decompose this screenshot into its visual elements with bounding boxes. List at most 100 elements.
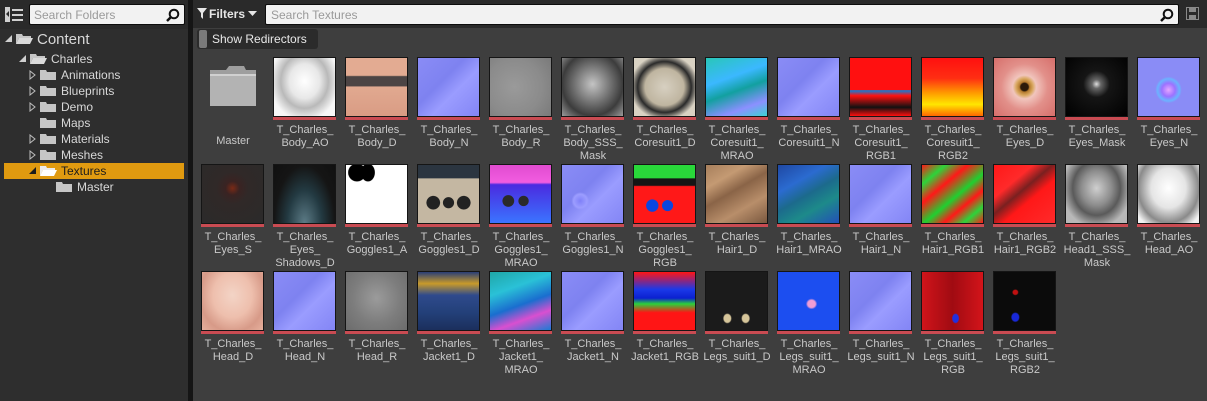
asset-name-line: T_Charles_ <box>492 231 550 243</box>
texture-asset-t-charles-coresuit1-rgb2[interactable] <box>921 57 984 120</box>
texture-asset-t-charles-hair1-rgb2[interactable] <box>993 164 1056 227</box>
folder-label: Materials <box>61 132 110 146</box>
texture-asset-t-charles-head1-sss-mask[interactable] <box>1065 164 1128 227</box>
texture-type-bar <box>921 117 984 120</box>
folder-item-demo[interactable]: Demo <box>28 99 93 115</box>
texture-asset-t-charles-goggles1-n[interactable] <box>561 164 624 227</box>
folder-icon <box>40 86 56 96</box>
texture-asset-t-charles-head-r[interactable] <box>345 271 408 334</box>
texture-asset-t-charles-coresuit1-n[interactable] <box>777 57 840 120</box>
texture-thumbnail <box>993 57 1056 117</box>
collapsed-arrow-icon[interactable] <box>28 86 38 96</box>
texture-type-bar <box>273 224 336 227</box>
texture-asset-t-charles-hair1-rgb1[interactable] <box>921 164 984 227</box>
filters-button[interactable]: Filters <box>197 3 263 24</box>
texture-asset-t-charles-legs-suit1-d[interactable] <box>705 271 768 334</box>
folder-item-content[interactable]: Content <box>4 30 90 48</box>
folder-search-field[interactable] <box>29 4 185 25</box>
texture-asset-t-charles-hair1-n[interactable] <box>849 164 912 227</box>
asset-name-line: Goggles1_N <box>562 244 624 256</box>
texture-asset-t-charles-coresuit1-rgb1[interactable] <box>849 57 912 120</box>
folder-search-input[interactable] <box>34 6 164 24</box>
texture-asset-t-charles-head-d[interactable] <box>201 271 264 334</box>
texture-asset-t-charles-legs-suit1-mrao[interactable] <box>777 271 840 334</box>
collapsed-arrow-icon[interactable] <box>28 102 38 112</box>
folder-item-animations[interactable]: Animations <box>28 67 120 83</box>
texture-asset-t-charles-body-sss-mask[interactable] <box>561 57 624 120</box>
texture-asset-t-charles-goggles1-d[interactable] <box>417 164 480 227</box>
texture-asset-t-charles-goggles1-rgb[interactable] <box>633 164 696 227</box>
collapsed-arrow-icon[interactable] <box>28 70 38 80</box>
texture-type-bar <box>705 117 768 120</box>
texture-asset-t-charles-body-n[interactable] <box>417 57 480 120</box>
folder-item-meshes[interactable]: Meshes <box>28 147 103 163</box>
texture-asset-t-charles-head-n[interactable] <box>273 271 336 334</box>
folder-item-charles[interactable]: Charles <box>18 51 92 67</box>
texture-asset-t-charles-eyes-mask[interactable] <box>1065 57 1128 120</box>
texture-asset-t-charles-eyes-s[interactable] <box>201 164 264 227</box>
expanded-arrow-icon[interactable] <box>4 34 14 44</box>
asset-name-label: T_Charles_ Head_AO <box>1133 231 1205 257</box>
show-redirectors-toggle[interactable]: Show Redirectors <box>197 29 318 49</box>
texture-asset-t-charles-jacket1-n[interactable] <box>561 271 624 334</box>
redirectors-checkbox[interactable] <box>199 30 207 48</box>
texture-asset-t-charles-goggles1-a[interactable] <box>345 164 408 227</box>
folder-icon <box>40 134 56 144</box>
asset-name-line: T_Charles_ <box>420 124 478 136</box>
folder-item-blueprints[interactable]: Blueprints <box>28 83 114 99</box>
asset-name-line: Head_AO <box>1144 244 1194 256</box>
texture-asset-t-charles-eyes-n[interactable] <box>1137 57 1200 120</box>
texture-asset-t-charles-jacket1-rgb[interactable] <box>633 271 696 334</box>
texture-asset-t-charles-legs-suit1-rgb2[interactable] <box>993 271 1056 334</box>
asset-name-line: T_Charles_ <box>276 231 334 243</box>
asset-name-line: Coresuit1_D <box>634 137 696 149</box>
texture-asset-t-charles-hair1-mrao[interactable] <box>777 164 840 227</box>
asset-name-label: T_Charles_ Goggles1_N <box>557 231 629 257</box>
texture-thumbnail <box>489 57 552 117</box>
expanded-arrow-icon[interactable] <box>18 54 28 64</box>
collapsed-arrow-icon[interactable] <box>28 134 38 144</box>
texture-search-field[interactable] <box>265 4 1179 25</box>
no-arrow-spacer <box>44 182 54 192</box>
texture-asset-t-charles-head-ao[interactable] <box>1137 164 1200 227</box>
texture-asset-t-charles-body-ao[interactable] <box>273 57 336 120</box>
folder-item-materials[interactable]: Materials <box>28 131 110 147</box>
asset-name-line: T_Charles_ <box>564 124 622 136</box>
texture-asset-t-charles-body-d[interactable] <box>345 57 408 120</box>
asset-name-label: Master <box>197 135 269 148</box>
texture-asset-t-charles-eyes-d[interactable] <box>993 57 1056 120</box>
folder-item-textures[interactable]: Textures <box>4 163 184 179</box>
texture-thumbnail <box>921 57 984 117</box>
texture-asset-t-charles-legs-suit1-n[interactable] <box>849 271 912 334</box>
texture-asset-t-charles-eyes-shadows-d[interactable] <box>273 164 336 227</box>
texture-asset-t-charles-body-r[interactable] <box>489 57 552 120</box>
texture-asset-t-charles-goggles1-mrao[interactable] <box>489 164 552 227</box>
asset-name-label: T_Charles_ Body_R <box>485 124 557 150</box>
asset-name-line: Body_SSS_ <box>563 137 623 149</box>
collapsed-arrow-icon[interactable] <box>28 150 38 160</box>
search-icon[interactable] <box>166 8 180 22</box>
texture-thumbnail <box>1065 164 1128 224</box>
folder-label: Blueprints <box>61 84 115 98</box>
texture-type-bar <box>489 117 552 120</box>
texture-asset-t-charles-hair1-d[interactable] <box>705 164 768 227</box>
asset-name-line: T_Charles_ <box>348 338 406 350</box>
expanded-arrow-icon[interactable] <box>28 166 38 176</box>
texture-search-input[interactable] <box>271 6 1151 24</box>
texture-thumbnail <box>777 271 840 331</box>
texture-asset-t-charles-coresuit1-mrao[interactable] <box>705 57 768 120</box>
asset-name-line: Head_R <box>356 351 398 363</box>
save-search-icon[interactable] <box>1186 7 1199 20</box>
folder-item-master[interactable]: Master <box>44 179 114 195</box>
texture-asset-t-charles-jacket1-mrao[interactable] <box>489 271 552 334</box>
sources-panel-toggle-icon[interactable] <box>5 6 25 23</box>
asset-name-line: T_Charles_ <box>276 124 334 136</box>
asset-folder-master[interactable] <box>201 57 264 120</box>
texture-asset-t-charles-legs-suit1-rgb[interactable] <box>921 271 984 334</box>
texture-asset-t-charles-coresuit1-d[interactable] <box>633 57 696 120</box>
folder-item-maps[interactable]: Maps <box>28 115 90 131</box>
asset-name-line: T_Charles_ <box>1140 231 1198 243</box>
texture-asset-t-charles-jacket1-d[interactable] <box>417 271 480 334</box>
asset-name-line: Legs_suit1_ <box>923 351 983 363</box>
search-icon[interactable] <box>1160 8 1174 22</box>
